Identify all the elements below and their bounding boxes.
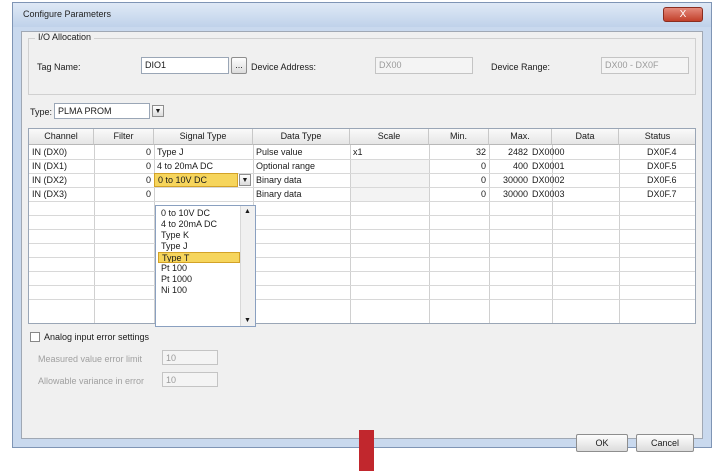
scroll-down-icon[interactable]: ▼ [244, 317, 251, 324]
channel-table: Channel Filter Signal Type Data Type Sca… [28, 128, 696, 324]
channel-cell[interactable]: IN (DX0) [29, 146, 94, 158]
error-limit-field[interactable]: 10 [162, 350, 218, 365]
col-header-filter[interactable]: Filter [94, 129, 154, 145]
filter-cell[interactable]: 0 [94, 174, 154, 186]
data-cell[interactable]: DX0002 [529, 174, 619, 186]
data-type-cell[interactable]: Binary data [253, 174, 350, 186]
type-select[interactable]: PLMA PROM [54, 103, 150, 119]
filter-cell[interactable]: 0 [94, 146, 154, 158]
io-allocation-group: I/O Allocation Tag Name: DIO1 ... Device… [28, 32, 696, 95]
error-variance-label: Allowable variance in error [38, 376, 145, 386]
type-select-value: PLMA PROM [58, 106, 112, 116]
max-cell[interactable]: 2482 [489, 146, 531, 158]
cancel-button[interactable]: Cancel [636, 434, 694, 452]
device-address-label: Device Address: [251, 62, 317, 72]
tag-name-field[interactable]: DIO1 [141, 57, 229, 74]
status-cell[interactable]: DX0F.7 [619, 188, 695, 200]
channel-cell[interactable]: IN (DX2) [29, 174, 94, 186]
error-limit-label: Measured value error limit [38, 354, 143, 364]
device-address-field: DX00 [375, 57, 473, 74]
signal-option[interactable]: Pt 100 [158, 263, 240, 274]
data-type-cell[interactable]: Pulse value [253, 146, 350, 158]
min-cell[interactable]: 0 [429, 188, 489, 200]
window-title: Configure Parameters [23, 9, 112, 19]
error-variance-field[interactable]: 10 [162, 372, 218, 387]
signal-type-dropdown-list[interactable]: 0 to 10V DC 4 to 20mA DC Type K Type J T… [155, 205, 256, 327]
title-bar[interactable]: Configure Parameters X [13, 3, 711, 27]
annotation-marker [359, 430, 374, 471]
signal-option-selected[interactable]: Type T [158, 252, 240, 263]
analog-settings-checkbox[interactable] [30, 332, 40, 342]
col-header-scale[interactable]: Scale [350, 129, 429, 145]
ok-button[interactable]: OK [576, 434, 628, 452]
scroll-up-icon[interactable]: ▲ [244, 208, 251, 215]
min-cell[interactable]: 0 [429, 174, 489, 186]
signal-type-dropdown[interactable]: 0 to 10V DC [154, 173, 238, 187]
max-cell[interactable]: 30000 [489, 174, 531, 186]
signal-type-chevron-down-icon[interactable]: ▼ [239, 174, 251, 186]
analog-settings-label: Analog input error settings [44, 332, 150, 342]
scale-disabled-cells [351, 159, 429, 201]
max-cell[interactable]: 30000 [489, 188, 531, 200]
data-type-cell[interactable]: Optional range [253, 160, 350, 172]
signal-option[interactable]: Type J [158, 241, 240, 252]
tag-name-label: Tag Name: [37, 62, 81, 72]
signal-option[interactable]: Pt 1000 [158, 274, 240, 285]
status-cell[interactable]: DX0F.4 [619, 146, 695, 158]
col-header-min[interactable]: Min. [429, 129, 489, 145]
close-button[interactable]: X [663, 7, 703, 22]
signal-type-cell[interactable]: 4 to 20mA DC [154, 160, 253, 172]
signal-option[interactable]: Type K [158, 230, 240, 241]
signal-type-cell[interactable]: Type J [154, 146, 253, 158]
signal-option[interactable]: 4 to 20mA DC [158, 219, 240, 230]
data-cell[interactable]: DX0000 [529, 146, 619, 158]
signal-option[interactable]: 0 to 10V DC [158, 208, 240, 219]
channel-cell[interactable]: IN (DX1) [29, 160, 94, 172]
data-type-cell[interactable]: Binary data [253, 188, 350, 200]
configure-parameters-dialog: Configure Parameters X I/O Allocation Ta… [12, 2, 712, 452]
dialog-client-area: I/O Allocation Tag Name: DIO1 ... Device… [21, 31, 703, 452]
col-header-max[interactable]: Max. [489, 129, 552, 145]
data-cell[interactable]: DX0001 [529, 160, 619, 172]
status-cell[interactable]: DX0F.6 [619, 174, 695, 186]
io-allocation-legend: I/O Allocation [35, 32, 95, 42]
device-range-label: Device Range: [491, 62, 551, 72]
signal-option[interactable]: Ni 100 [158, 285, 240, 296]
col-header-data[interactable]: Data [552, 129, 619, 145]
min-cell[interactable]: 0 [429, 160, 489, 172]
status-cell[interactable]: DX0F.5 [619, 160, 695, 172]
col-header-signal-type[interactable]: Signal Type [154, 129, 253, 145]
scale-cell[interactable]: x1 [350, 146, 429, 158]
type-label: Type: [30, 107, 53, 117]
col-header-data-type[interactable]: Data Type [253, 129, 350, 145]
channel-cell[interactable]: IN (DX3) [29, 188, 94, 200]
browse-tag-button[interactable]: ... [231, 57, 247, 74]
max-cell[interactable]: 400 [489, 160, 531, 172]
data-cell[interactable]: DX0003 [529, 188, 619, 200]
close-icon[interactable]: X [680, 9, 687, 20]
dropdown-scrollbar[interactable]: ▲ ▼ [240, 206, 255, 326]
min-cell[interactable]: 32 [429, 146, 489, 158]
col-header-channel[interactable]: Channel [29, 129, 94, 145]
filter-cell[interactable]: 0 [94, 160, 154, 172]
col-header-status[interactable]: Status [619, 129, 695, 145]
chevron-down-icon[interactable]: ▼ [152, 105, 164, 117]
filter-cell[interactable]: 0 [94, 188, 154, 200]
device-range-field: DX00 - DX0F [601, 57, 689, 74]
